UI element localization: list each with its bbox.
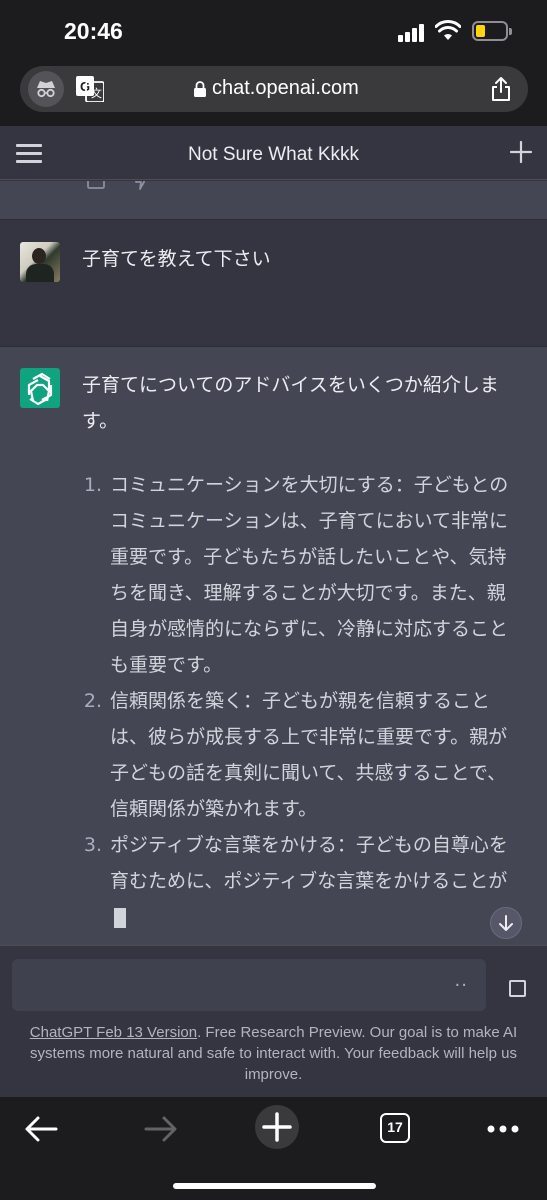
browser-address-bar: G 文 chat.openai.com	[0, 66, 547, 126]
previous-assistant-message	[0, 181, 547, 219]
message-input[interactable]: ··	[12, 959, 486, 1011]
list-item: 3. ポジティブな言葉をかける：子どもの自尊心を育むために、ポジティブな言葉をか…	[82, 827, 522, 899]
url-text[interactable]: chat.openai.com	[212, 77, 359, 100]
list-number: 3.	[83, 834, 102, 856]
assistant-intro: 子育てについてのアドバイスをいくつか紹介します。	[82, 374, 499, 432]
list-item-text: 信頼関係を築く：子どもが親を信頼することは、彼らが成長する上で非常に重要です。親…	[110, 690, 508, 820]
url-field[interactable]: G 文 chat.openai.com	[20, 66, 528, 112]
lock-icon	[194, 81, 206, 97]
streaming-cursor	[114, 908, 126, 928]
tabs-icon[interactable]: 17	[380, 1113, 410, 1143]
translate-icon[interactable]: G 文	[76, 76, 104, 102]
browser-toolbar: 17	[0, 1097, 547, 1200]
home-indicator	[173, 1183, 376, 1189]
forward-icon[interactable]	[138, 1107, 182, 1151]
version-link[interactable]: ChatGPT Feb 13 Version	[30, 1024, 197, 1041]
advice-list: 1. コミュニケーションを大切にする：子どもとのコミュニケーションは、子育てにお…	[82, 467, 522, 899]
status-bar: 20:46	[0, 0, 547, 66]
share-icon[interactable]	[490, 76, 512, 102]
back-icon[interactable]	[20, 1107, 64, 1151]
wifi-icon	[435, 20, 461, 40]
list-number: 1.	[83, 474, 102, 496]
list-number: 2.	[83, 690, 102, 712]
svg-text:文: 文	[91, 86, 102, 100]
more-icon[interactable]	[481, 1107, 525, 1151]
assistant-message: 子育てについてのアドバイスをいくつか紹介します。 1. コミュニケーションを大切…	[0, 347, 547, 945]
list-item: 1. コミュニケーションを大切にする：子どもとのコミュニケーションは、子育てにお…	[82, 467, 522, 683]
new-tab-icon[interactable]	[254, 1104, 300, 1150]
battery-icon	[472, 21, 512, 41]
typing-indicator: ··	[454, 975, 468, 996]
list-item: 2. 信頼関係を築く：子どもが親を信頼することは、彼らが成長する上で非常に重要で…	[82, 683, 522, 827]
incognito-icon[interactable]	[28, 71, 64, 107]
scroll-to-bottom-button[interactable]	[490, 907, 522, 939]
footer-disclaimer: ChatGPT Feb 13 Version. Free Research Pr…	[12, 1022, 535, 1085]
user-message-text: 子育てを教えて下さい	[82, 248, 271, 270]
copy-icon[interactable]	[86, 181, 106, 191]
chat-header: Not Sure What Kkkk	[0, 126, 547, 180]
list-item-text: ポジティブな言葉をかける：子どもの自尊心を育むために、ポジティブな言葉をかけるこ…	[110, 834, 508, 892]
openai-logo-icon	[20, 368, 60, 408]
stop-icon[interactable]	[509, 980, 526, 997]
arrow-down-icon	[499, 915, 513, 931]
thumbs-down-icon[interactable]	[132, 181, 152, 191]
plus-icon[interactable]	[509, 140, 533, 164]
cellular-signal-icon	[398, 24, 428, 42]
conversation-title: Not Sure What Kkkk	[187, 144, 360, 165]
composer-area: ·· ChatGPT Feb 13 Version. Free Research…	[0, 945, 547, 1097]
user-message	[0, 219, 547, 347]
status-time: 20:46	[64, 18, 123, 44]
user-avatar	[20, 242, 60, 282]
list-item-text: コミュニケーションを大切にする：子どもとのコミュニケーションは、子育てにおいて非…	[110, 474, 509, 676]
